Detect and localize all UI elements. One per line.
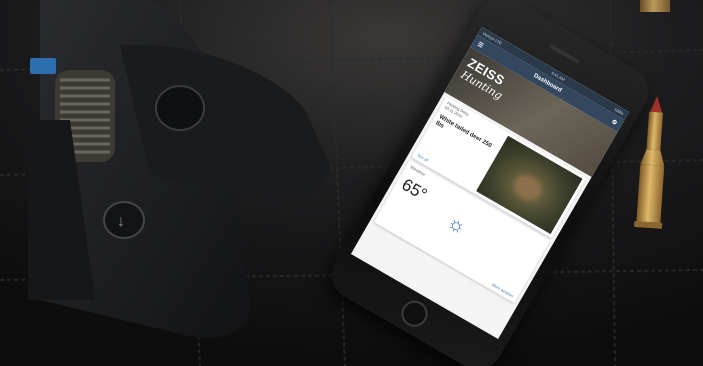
more-weather-link[interactable]: More weather [491,282,515,299]
sun-icon: ☼ [443,210,471,240]
svg-text:↓: ↓ [117,213,125,230]
product-photo: ↓ Verizon LTE 9:41 AM 100% ☰ Dashboard ⚙… [0,0,703,366]
zeiss-badge [30,58,56,74]
gear-icon[interactable]: ⚙ [610,118,618,127]
hamburger-icon[interactable]: ☰ [476,40,484,49]
